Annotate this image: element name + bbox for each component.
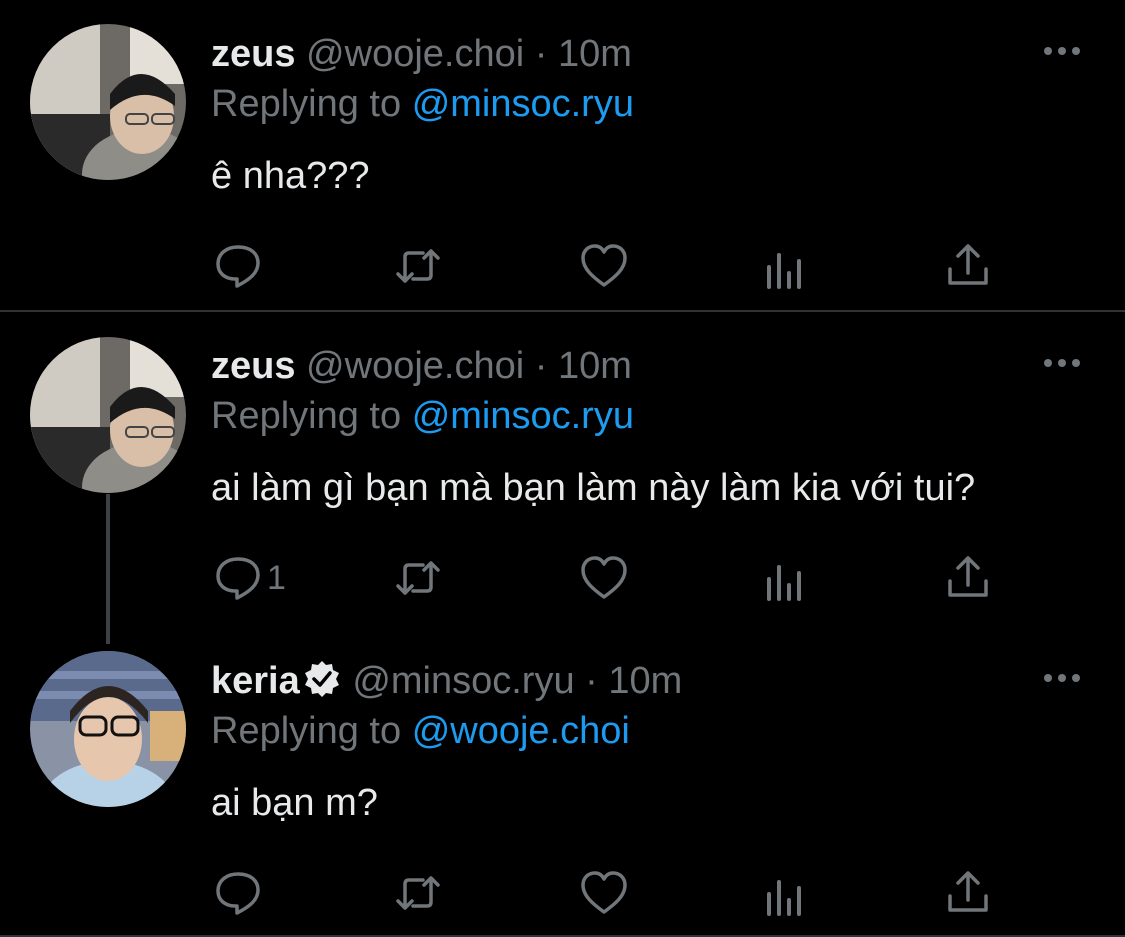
replying-to-line: Replying to @minsoc.ryu xyxy=(211,78,634,130)
avatar-photo xyxy=(30,651,186,807)
avatar[interactable] xyxy=(30,337,186,493)
share-icon xyxy=(948,244,988,285)
mention-link[interactable]: @minsoc.ryu xyxy=(412,395,634,437)
tweet-header: keria @minsoc.ryu · 10m xyxy=(211,655,682,707)
avatar-photo xyxy=(30,337,186,493)
like-icon xyxy=(581,556,627,599)
reply-button[interactable]: 1 xyxy=(213,550,286,606)
retweet-icon xyxy=(396,249,440,283)
like-icon xyxy=(581,244,627,287)
reply-icon xyxy=(216,557,260,600)
replying-to-label: Replying to xyxy=(211,395,402,437)
timestamp[interactable]: 10m xyxy=(558,345,632,387)
like-button[interactable] xyxy=(579,550,629,606)
more-icon[interactable] xyxy=(1042,36,1082,66)
reply-icon xyxy=(216,872,260,915)
views-button[interactable] xyxy=(761,865,811,921)
tweet[interactable]: zeus @wooje.choi · 10m Replying to @mins… xyxy=(0,312,1125,627)
views-icon xyxy=(767,880,801,916)
replying-to-label: Replying to xyxy=(211,83,402,125)
action-bar: 1 xyxy=(213,550,1013,606)
timestamp[interactable]: 10m xyxy=(608,660,682,702)
display-name[interactable]: zeus xyxy=(211,33,295,75)
like-button[interactable] xyxy=(579,865,629,921)
mention-link[interactable]: @minsoc.ryu xyxy=(412,83,634,125)
action-bar xyxy=(213,238,1013,294)
views-icon xyxy=(767,253,801,289)
tweet-header: zeus @wooje.choi · 10m xyxy=(211,340,632,392)
action-bar xyxy=(213,865,1013,921)
display-name[interactable]: zeus xyxy=(211,345,295,387)
user-handle[interactable]: @wooje.choi xyxy=(306,345,524,387)
display-name[interactable]: keria xyxy=(211,660,300,702)
user-handle[interactable]: @minsoc.ryu xyxy=(352,660,574,702)
retweet-button[interactable] xyxy=(393,238,443,294)
reply-button[interactable] xyxy=(213,238,267,294)
tweet-text: ê nha??? xyxy=(211,155,370,197)
retweet-icon xyxy=(396,876,440,910)
views-button[interactable] xyxy=(761,550,811,606)
tweet[interactable]: zeus @wooje.choi · 10m Replying to @mins… xyxy=(0,0,1125,310)
reply-icon xyxy=(216,245,260,288)
replying-to-line: Replying to @minsoc.ryu xyxy=(211,390,634,442)
views-icon xyxy=(767,565,801,601)
like-icon xyxy=(581,871,627,914)
avatar[interactable] xyxy=(30,24,186,180)
timestamp[interactable]: 10m xyxy=(558,33,632,75)
tweet[interactable]: keria @minsoc.ryu · 10m Replying to @woo… xyxy=(0,627,1125,937)
like-button[interactable] xyxy=(579,238,629,294)
separator-dot: · xyxy=(534,345,548,387)
share-icon xyxy=(948,871,988,912)
retweet-button[interactable] xyxy=(393,550,443,606)
user-handle[interactable]: @wooje.choi xyxy=(306,33,524,75)
share-button[interactable] xyxy=(943,865,993,921)
more-icon[interactable] xyxy=(1042,663,1082,693)
replying-to-label: Replying to xyxy=(211,710,402,752)
share-icon xyxy=(948,556,988,597)
more-icon[interactable] xyxy=(1042,348,1082,378)
tweet-text: ai làm gì bạn mà bạn làm này làm kia với… xyxy=(211,467,976,509)
verified-badge-icon xyxy=(304,661,339,697)
views-button[interactable] xyxy=(761,238,811,294)
reply-count: 1 xyxy=(267,558,286,597)
reply-button[interactable] xyxy=(213,865,267,921)
retweet-icon xyxy=(396,561,440,595)
retweet-button[interactable] xyxy=(393,865,443,921)
replying-to-line: Replying to @wooje.choi xyxy=(211,705,630,757)
tweet-text: ai bạn m? xyxy=(211,782,378,824)
avatar[interactable] xyxy=(30,651,186,807)
separator-dot: · xyxy=(585,660,598,702)
separator-dot: · xyxy=(534,33,548,75)
tweet-header: zeus @wooje.choi · 10m xyxy=(211,28,632,80)
avatar-photo xyxy=(30,24,186,180)
mention-link[interactable]: @wooje.choi xyxy=(412,710,630,752)
share-button[interactable] xyxy=(943,238,993,294)
share-button[interactable] xyxy=(943,550,993,606)
